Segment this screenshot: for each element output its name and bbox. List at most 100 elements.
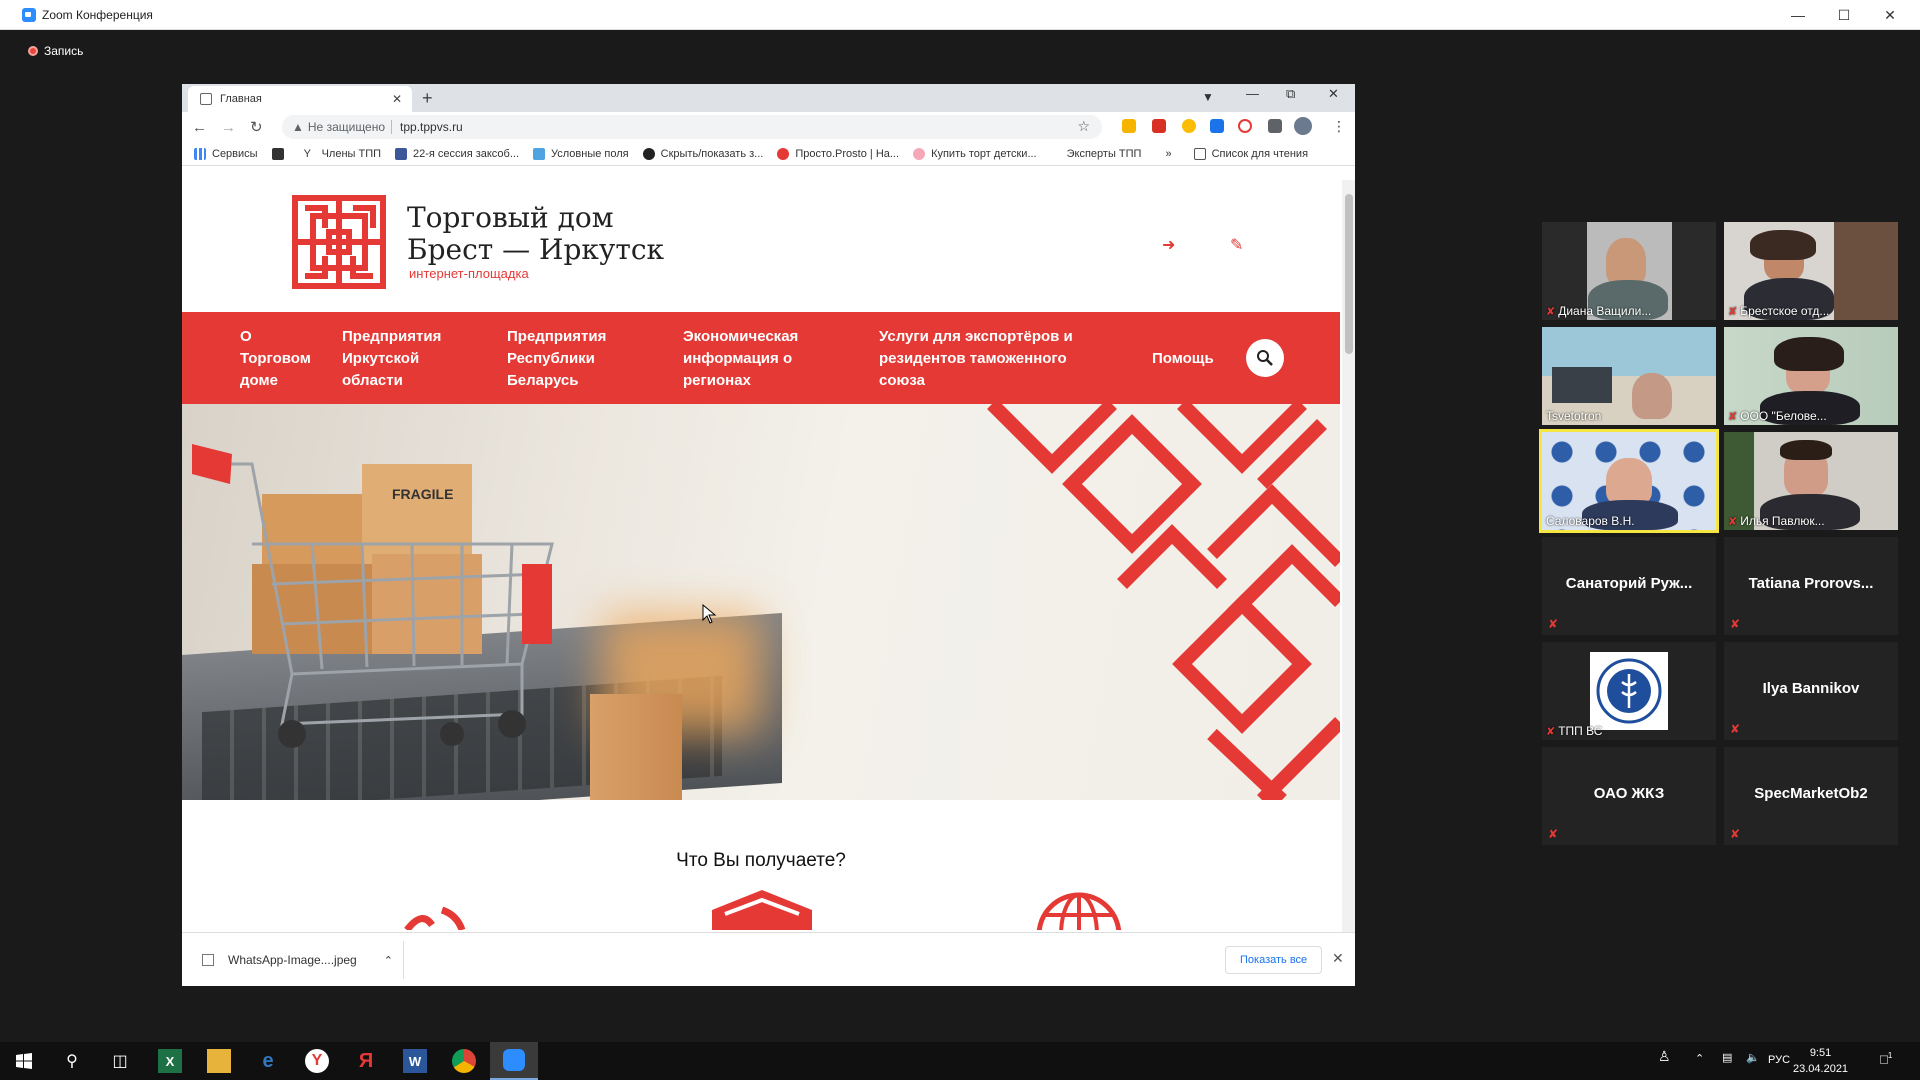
participant-tile[interactable]: ✘ Диана Ващили... <box>1542 222 1716 320</box>
browser-restore-button[interactable]: ⧉ <box>1286 86 1295 102</box>
participant-name: Tsvetotron <box>1546 409 1601 423</box>
windows-start-icon[interactable] <box>12 1049 36 1073</box>
tab-search-icon[interactable]: ▼ <box>1202 90 1214 104</box>
browser-minimize-button[interactable]: — <box>1246 86 1259 101</box>
yandex-browser-icon[interactable]: Y <box>305 1049 329 1073</box>
bookmark-extension-icon[interactable] <box>1122 119 1136 133</box>
back-arrow-icon[interactable]: ← <box>192 119 207 136</box>
extension-icon[interactable] <box>1182 119 1196 133</box>
globe-feature-icon <box>1036 892 1122 930</box>
participant-tile[interactable]: SpecMarketOb2 ✘ <box>1724 747 1898 845</box>
pdf-extension-icon[interactable] <box>1152 119 1166 133</box>
chevron-up-icon[interactable]: ⌃ <box>384 954 393 967</box>
participant-tile[interactable]: ✘ Брестское отд... <box>1724 222 1898 320</box>
show-all-button[interactable]: Показать все <box>1225 946 1323 974</box>
recording-indicator[interactable]: Запись <box>28 44 83 58</box>
forward-arrow-icon[interactable]: → <box>221 119 236 136</box>
nav-belarus-companies[interactable]: Предприятия Республики Беларусь <box>507 326 627 392</box>
reading-list-label: Список для чтения <box>1211 147 1309 160</box>
page-scrollbar[interactable] <box>1342 180 1355 932</box>
chrome-icon[interactable] <box>452 1049 476 1073</box>
participant-name: ✘ ТПП ВС <box>1546 724 1602 738</box>
bookmark-item[interactable]: Сервисы <box>194 147 258 160</box>
site-logo-icon[interactable] <box>289 192 389 292</box>
login-icon[interactable]: ➜ <box>1162 235 1180 254</box>
participant-tile[interactable]: Tsvetotron <box>1542 327 1716 425</box>
bookmark-item[interactable]: Скрыть/показать з... <box>642 147 764 160</box>
internet-explorer-icon[interactable]: e <box>256 1049 280 1073</box>
participant-tile-active-speaker[interactable]: Саловаров В.Н. <box>1539 429 1719 533</box>
word-icon[interactable]: W <box>403 1049 427 1073</box>
scrollbar-thumb[interactable] <box>1345 194 1353 354</box>
menu-kebab-icon[interactable]: ⋮ <box>1332 118 1346 135</box>
minimize-button[interactable]: — <box>1775 0 1821 30</box>
bookmark-item[interactable]: Купить торт детски... <box>913 147 1037 160</box>
bookmark-item[interactable]: Эксперты ТПП <box>1067 148 1142 160</box>
ornament-pattern-icon <box>987 404 1340 800</box>
participant-tile[interactable]: Tatiana Prorovs... ✘ <box>1724 537 1898 635</box>
bookmark-label: 22-я сессия заксоб... <box>413 147 520 160</box>
participant-tile[interactable]: Ilya Bannikov ✘ <box>1724 642 1898 740</box>
close-button[interactable]: ✕ <box>1867 0 1913 30</box>
participant-name-text: Диана Ващили... <box>1558 304 1652 318</box>
maximize-button[interactable]: ☐ <box>1821 0 1867 30</box>
yandex-icon[interactable]: Я <box>354 1049 378 1073</box>
bookmark-item[interactable]: Y Члены ТПП <box>304 148 381 160</box>
nav-help[interactable]: Помощь <box>1152 348 1214 370</box>
bookmark-item[interactable] <box>271 147 290 160</box>
reload-icon[interactable]: ↻ <box>250 118 263 136</box>
participant-tile[interactable]: ✘ ООО "Белове... <box>1724 327 1898 425</box>
reading-list-button[interactable]: Список для чтения <box>1193 147 1309 160</box>
site-search-button[interactable] <box>1246 339 1284 377</box>
bookmark-item[interactable]: 22-я сессия заксоб... <box>395 147 520 160</box>
participant-face <box>1606 238 1646 286</box>
muted-mic-icon: ✘ <box>1730 617 1741 631</box>
excel-icon[interactable]: X <box>158 1049 182 1073</box>
puzzle-extensions-icon[interactable] <box>1268 119 1282 133</box>
tab-close-icon[interactable]: ✕ <box>392 92 402 106</box>
file-explorer-icon[interactable] <box>207 1049 231 1073</box>
register-icon[interactable]: ✎ <box>1230 235 1248 254</box>
site-logo-title[interactable]: Торговый дом Брест — Иркутск <box>407 202 664 266</box>
participant-tile[interactable]: ✘ Илья Павлюк... <box>1724 432 1898 530</box>
volume-icon[interactable]: 🔈 <box>1746 1051 1760 1064</box>
new-tab-button[interactable]: + <box>422 88 433 109</box>
bookmark-item[interactable]: Условные поля <box>533 147 629 160</box>
fragile-label: FRAGILE <box>392 486 453 502</box>
task-view-icon[interactable]: ◫ <box>108 1049 132 1073</box>
nav-about[interactable]: О Торговом доме <box>240 326 320 392</box>
chevron-up-icon[interactable]: ⌃ <box>1695 1052 1704 1065</box>
cloud-extension-icon[interactable] <box>1238 119 1252 133</box>
search-icon[interactable]: ⚲ <box>60 1049 84 1073</box>
bookmark-star-icon[interactable]: ☆ <box>1077 118 1090 135</box>
bookmarks-overflow-button[interactable]: » <box>1165 148 1171 160</box>
zoom-taskbar-icon[interactable] <box>490 1042 538 1080</box>
participant-tile[interactable]: Санаторий Руж... ✘ <box>1542 537 1716 635</box>
bookmark-label: Скрыть/показать з... <box>660 147 764 160</box>
nav-economic-info[interactable]: Экономическая информация о регионах <box>683 326 823 392</box>
participant-face <box>1606 458 1652 506</box>
participant-tile[interactable]: ОАО ЖКЗ ✘ <box>1542 747 1716 845</box>
bookmark-item[interactable]: Просто.Prosto | На... <box>777 147 899 160</box>
profile-avatar[interactable] <box>1294 117 1312 135</box>
system-clock[interactable]: 9:51 23.04.2021 <box>1793 1045 1848 1077</box>
muted-mic-icon: ✘ <box>1728 410 1738 423</box>
nav-exporter-services[interactable]: Услуги для экспортёров и резидентов тамо… <box>879 326 1109 392</box>
record-icon <box>28 46 38 56</box>
recording-label: Запись <box>44 44 84 58</box>
participant-hair <box>1774 337 1844 371</box>
network-icon[interactable]: ▤ <box>1722 1051 1732 1064</box>
notification-center-icon[interactable]: □1 <box>1880 1051 1892 1066</box>
download-item[interactable]: WhatsApp-Image....jpeg ⌃ <box>192 941 404 979</box>
close-download-shelf-icon[interactable]: ✕ <box>1332 950 1344 967</box>
warning-icon: ▲ <box>292 120 304 134</box>
people-icon[interactable]: ♙ <box>1658 1048 1671 1065</box>
shield-extension-icon[interactable] <box>1210 119 1224 133</box>
browser-tab[interactable]: Главная ✕ <box>188 86 412 112</box>
bookmark-label: Сервисы <box>212 147 258 160</box>
nav-irkutsk-companies[interactable]: Предприятия Иркутской области <box>342 326 462 392</box>
language-indicator[interactable]: РУС <box>1768 1054 1790 1066</box>
participant-tile[interactable]: ✘ ТПП ВС <box>1542 642 1716 740</box>
address-bar[interactable]: ▲ Не защищено tpp.tppvs.ru ☆ <box>282 115 1102 139</box>
browser-close-button[interactable]: ✕ <box>1328 86 1339 102</box>
